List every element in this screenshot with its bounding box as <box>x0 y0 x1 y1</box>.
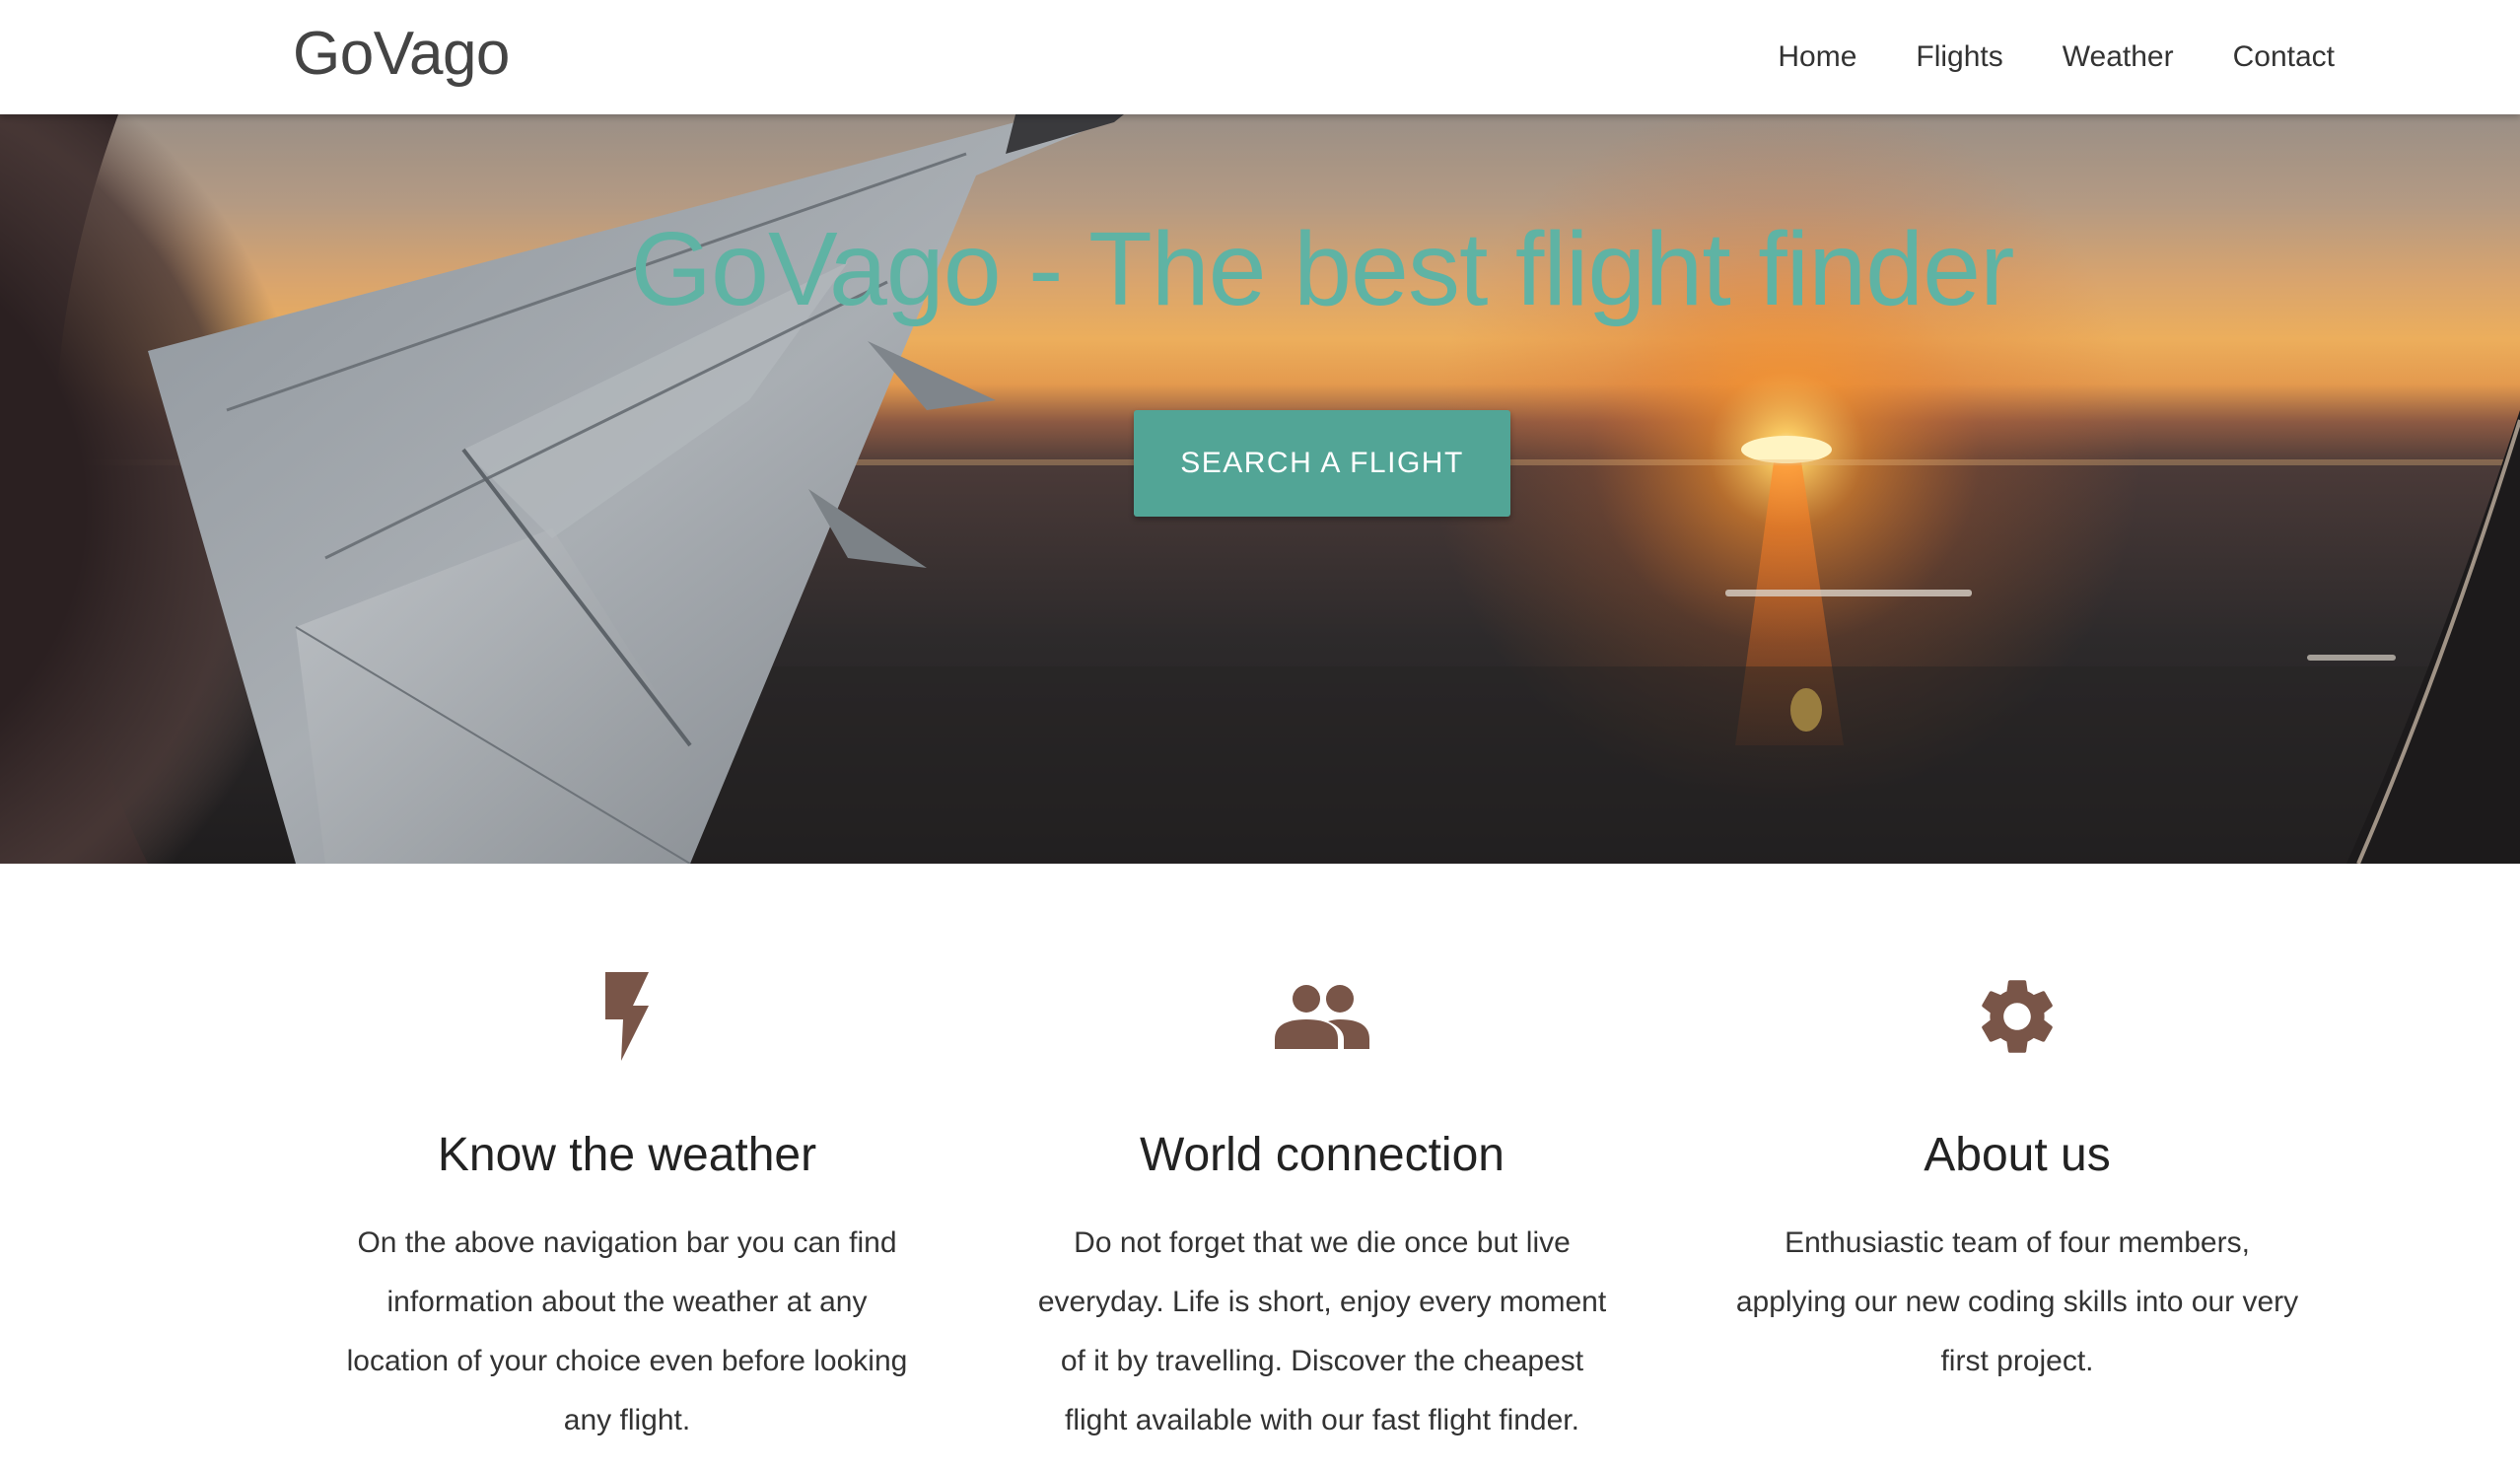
nav-link-home[interactable]: Home <box>1748 37 1886 77</box>
nav-links: Home Flights Weather Contact <box>1748 0 2335 114</box>
feature-about-title: About us <box>1924 1129 2111 1181</box>
feature-world-title: World connection <box>1140 1129 1505 1181</box>
people-icon <box>1026 967 1618 1066</box>
gear-icon <box>1721 967 2313 1066</box>
feature-weather-text: On the above navigation bar you can find… <box>346 1226 908 1436</box>
nav-link-flights[interactable]: Flights <box>1886 37 2032 77</box>
brand-logo[interactable]: GoVago <box>293 16 510 93</box>
hero-title: GoVago - The best flight finder <box>630 211 2015 327</box>
nav-link-weather[interactable]: Weather <box>2033 37 2204 77</box>
feature-about-text: Enthusiastic team of four members, apply… <box>1735 1226 2299 1377</box>
navbar: GoVago Home Flights Weather Contact <box>0 0 2520 114</box>
nav-link-contact[interactable]: Contact <box>2204 37 2335 77</box>
search-flight-button[interactable]: SEARCH A FLIGHT <box>1134 410 1510 517</box>
features-section: Know the weather On the above navigation… <box>0 864 2520 1469</box>
flash-icon <box>331 967 923 1066</box>
feature-weather-title: Know the weather <box>437 1129 817 1181</box>
hero-section: GoVago - The best flight finder SEARCH A… <box>0 114 2520 864</box>
feature-world-text: Do not forget that we die once but live … <box>1037 1226 1607 1436</box>
